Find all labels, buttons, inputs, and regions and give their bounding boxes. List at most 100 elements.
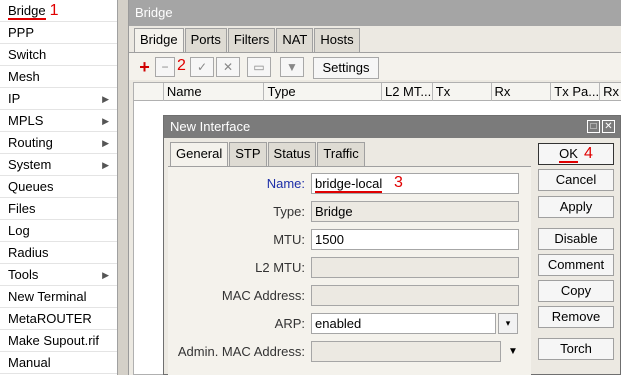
admin-mac-label: Admin. MAC Address: <box>177 344 305 359</box>
menu-item-label: Mesh <box>8 69 40 84</box>
submenu-arrow-icon: ▶ <box>102 270 109 280</box>
tab-hosts[interactable]: Hosts <box>314 28 360 52</box>
close-icon[interactable]: ✕ <box>602 120 615 133</box>
menu-item-routing[interactable]: Routing ▶ <box>0 132 117 154</box>
type-label: Type: <box>273 204 305 219</box>
general-tab-panel: Name: bridge-local 3 Type: Bridge MTU: 1… <box>168 166 531 375</box>
copy-button[interactable]: Copy <box>538 280 614 302</box>
menu-item-switch[interactable]: Switch <box>0 44 117 66</box>
bridge-toolbar: + − 2 ✓ ✕ ▭ ▼ Settings <box>129 52 621 80</box>
arp-label: ARP: <box>274 316 305 331</box>
tab-traffic[interactable]: Traffic <box>317 142 365 166</box>
tab-bridge[interactable]: Bridge <box>134 28 184 53</box>
disable-button[interactable]: Disable <box>538 228 614 250</box>
menu-item-label: Log <box>8 223 30 238</box>
add-button[interactable]: + <box>135 57 154 77</box>
cancel-button[interactable]: Cancel <box>538 169 614 191</box>
ok-label: OK <box>559 146 578 163</box>
menu-item-label: System <box>8 157 52 172</box>
main-menu: Bridge 1 PPP Switch Mesh IP ▶ MPLS ▶ Routin… <box>0 0 118 375</box>
menu-item-mesh[interactable]: Mesh <box>0 66 117 88</box>
ok-button[interactable]: OK 4 <box>538 143 614 165</box>
arp-dropdown-icon[interactable]: ▾ <box>498 313 518 334</box>
arp-row: ARP: enabled ▾ <box>168 313 531 335</box>
submenu-arrow-icon: ▶ <box>102 160 109 170</box>
tab-nat[interactable]: NAT <box>276 28 314 52</box>
menu-item-label: PPP <box>8 25 35 40</box>
menu-item-label: New Terminal <box>8 289 87 304</box>
column-header-type[interactable]: Type <box>264 83 382 101</box>
menu-item-label: Files <box>8 201 36 216</box>
remove-button[interactable]: − <box>155 57 175 77</box>
filter-icon[interactable]: ▼ <box>280 57 304 77</box>
menu-item-new-terminal[interactable]: New Terminal <box>0 286 117 308</box>
mac-address-label: MAC Address: <box>221 288 305 303</box>
menu-item-label: MPLS <box>8 113 44 128</box>
menu-item-ppp[interactable]: PPP <box>0 22 117 44</box>
maximize-icon[interactable]: □ <box>587 120 600 133</box>
enable-button[interactable]: ✓ <box>190 57 214 77</box>
menu-item-label: Switch <box>8 47 47 62</box>
mac-address-field <box>311 285 519 306</box>
l2mtu-row: L2 MTU: <box>168 257 531 279</box>
menu-item-label: Radius <box>8 245 49 260</box>
admin-mac-select[interactable] <box>311 341 501 362</box>
type-row: Type: Bridge <box>168 201 531 223</box>
dialog-title: New Interface <box>170 119 251 134</box>
tab-stp[interactable]: STP <box>229 142 267 166</box>
menu-item-metarouter[interactable]: MetaROUTER <box>0 308 117 330</box>
column-header-rx-packets[interactable]: Rx <box>600 83 621 101</box>
step-annotation-3: 3 <box>394 174 403 191</box>
mtu-row: MTU: 1500 <box>168 229 531 251</box>
menu-item-mpls[interactable]: MPLS ▶ <box>0 110 117 132</box>
tab-general[interactable]: General <box>170 142 229 167</box>
disable-button[interactable]: ✕ <box>216 57 240 77</box>
submenu-arrow-icon: ▶ <box>102 94 109 104</box>
type-field: Bridge <box>311 201 519 222</box>
step-annotation-2: 2 <box>177 57 186 74</box>
column-header-l2mtu[interactable]: L2 MT... <box>382 83 433 101</box>
name-value: bridge-local <box>315 176 383 193</box>
torch-button[interactable]: Torch <box>538 338 614 360</box>
dialog-title-bar[interactable]: New Interface □ ✕ <box>164 116 620 138</box>
menu-item-label: Bridge <box>8 3 46 20</box>
menu-item-radius[interactable]: Radius <box>0 242 117 264</box>
menu-item-system[interactable]: System ▶ <box>0 154 117 176</box>
menu-item-log[interactable]: Log <box>0 220 117 242</box>
column-header-name[interactable]: Name <box>164 83 265 101</box>
tab-filters[interactable]: Filters <box>227 28 276 52</box>
column-header-rx[interactable]: Rx <box>492 83 552 101</box>
mtu-input[interactable]: 1500 <box>311 229 519 250</box>
menu-item-tools[interactable]: Tools ▶ <box>0 264 117 286</box>
mtu-label: MTU: <box>273 232 305 247</box>
menu-item-label: Make Supout.rif <box>8 333 100 348</box>
column-header-tx[interactable]: Tx <box>433 83 492 101</box>
menu-item-bridge[interactable]: Bridge 1 <box>0 0 117 22</box>
apply-button[interactable]: Apply <box>538 196 614 218</box>
comment-button[interactable]: ▭ <box>247 57 271 77</box>
menu-item-manual[interactable]: Manual <box>0 352 117 374</box>
name-row: Name: bridge-local 3 <box>168 173 531 195</box>
submenu-arrow-icon: ▶ <box>102 138 109 148</box>
comment-button[interactable]: Comment <box>538 254 614 276</box>
tab-status[interactable]: Status <box>267 142 317 166</box>
bridge-window-title: Bridge <box>129 0 621 26</box>
column-header-tx-packets[interactable]: Tx Pa... <box>551 83 601 101</box>
remove-button[interactable]: Remove <box>538 306 614 328</box>
menu-item-queues[interactable]: Queues <box>0 176 117 198</box>
settings-button[interactable]: Settings <box>313 57 379 79</box>
column-header-flags[interactable] <box>134 83 164 101</box>
menu-item-label: MetaROUTER <box>8 311 92 326</box>
l2mtu-field <box>311 257 519 278</box>
menu-item-label: Manual <box>8 355 51 370</box>
menu-item-label: Routing <box>8 135 53 150</box>
tab-ports[interactable]: Ports <box>184 28 227 52</box>
bridge-tab-bar: Bridge Ports Filters NAT Hosts <box>134 28 361 53</box>
step-annotation-4: 4 <box>583 145 593 162</box>
arp-select[interactable]: enabled <box>311 313 496 334</box>
menu-item-files[interactable]: Files <box>0 198 117 220</box>
chevron-down-icon[interactable]: ▼ <box>508 341 518 362</box>
menu-item-make-supout[interactable]: Make Supout.rif <box>0 330 117 352</box>
menu-item-ip[interactable]: IP ▶ <box>0 88 117 110</box>
name-input[interactable]: bridge-local <box>311 173 519 194</box>
